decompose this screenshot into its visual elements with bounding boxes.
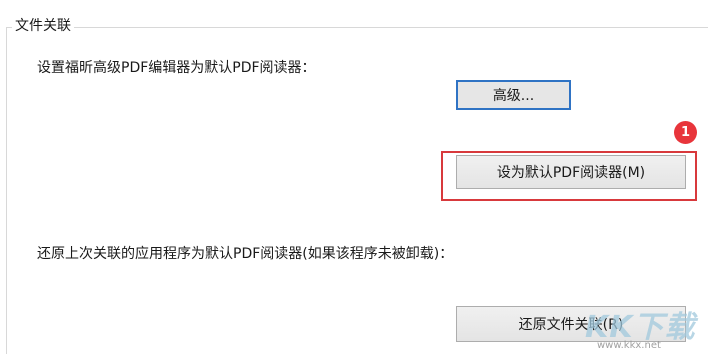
watermark-url: www.kkx.net	[597, 340, 661, 351]
set-default-pdf-reader-button[interactable]: 设为默认PDF阅读器(M)	[456, 155, 686, 189]
step-badge: 1	[674, 121, 697, 144]
advanced-button[interactable]: 高级...	[456, 80, 571, 110]
watermark-logo: KK下载 www.kkx.net	[585, 302, 708, 354]
restore-description: 还原上次关联的应用程序为默认PDF阅读器(如果该程序未被卸载)：	[37, 246, 454, 262]
set-default-description: 设置福昕高级PDF编辑器为默认PDF阅读器：	[37, 60, 316, 76]
file-association-panel: 文件关联 设置福昕高级PDF编辑器为默认PDF阅读器： 高级... 1 设为默认…	[0, 0, 708, 354]
group-title: 文件关联	[12, 16, 74, 36]
